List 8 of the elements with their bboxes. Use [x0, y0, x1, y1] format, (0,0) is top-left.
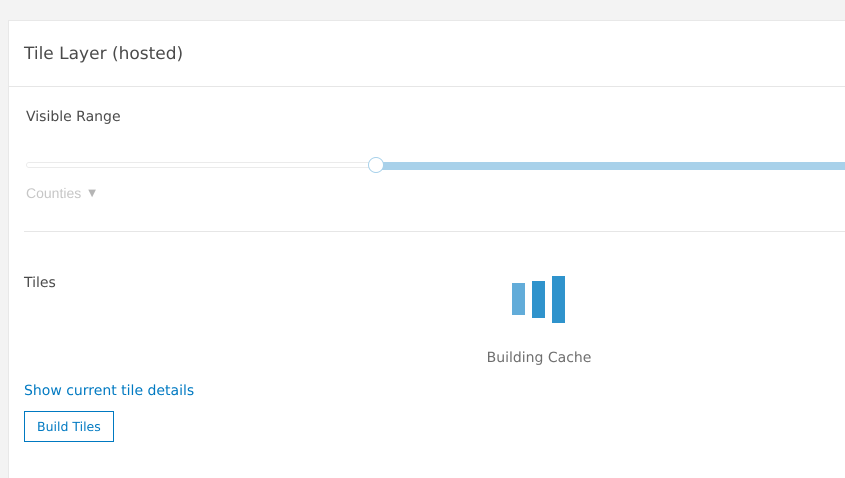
status-text: Building Cache [486, 350, 592, 366]
build-tiles-button[interactable]: Build Tiles [24, 411, 114, 442]
scale-label: Counties [26, 185, 82, 201]
section-heading: Tiles [24, 275, 56, 291]
section-heading: Visible Range [26, 109, 121, 125]
tile-details-link[interactable]: Show current tile details [24, 383, 194, 399]
panel-title: Tile Layer (hosted) [24, 44, 184, 64]
loading-icon [512, 276, 566, 324]
